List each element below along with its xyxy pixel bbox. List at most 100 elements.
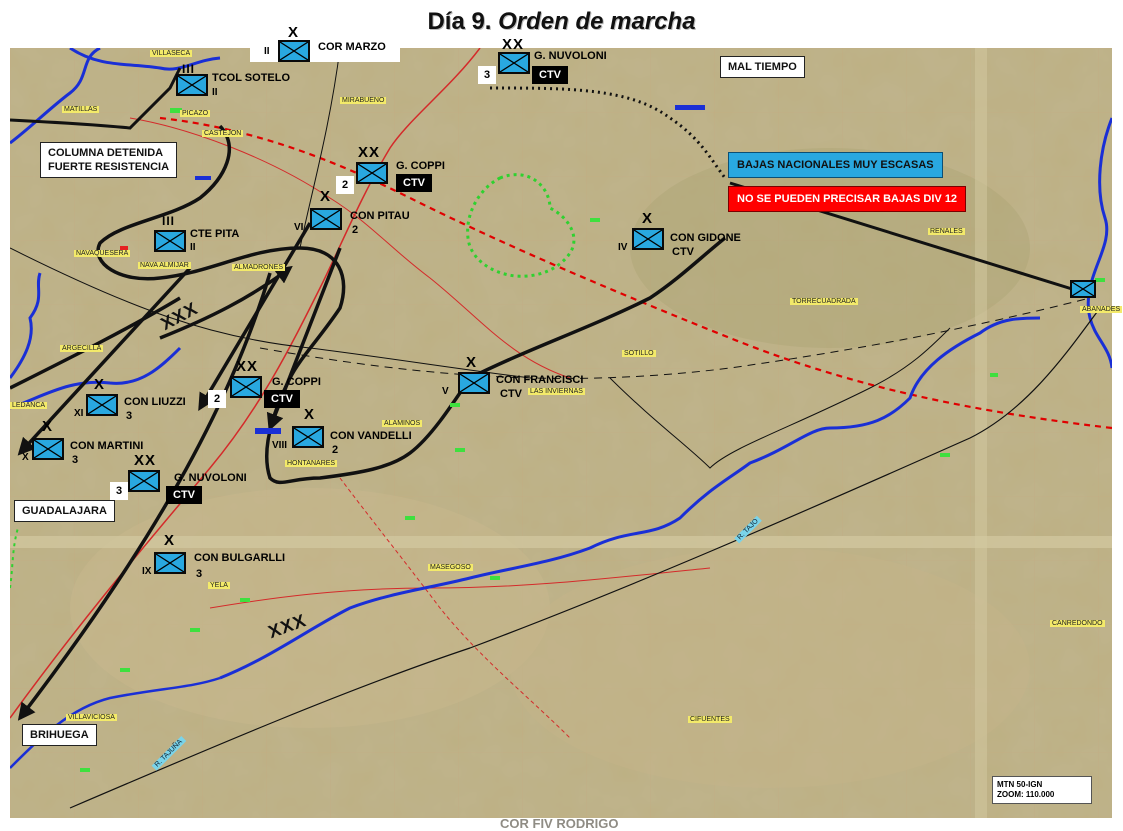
unit-size: X [304,406,316,423]
place-argecilla: ARGECILLA [60,345,104,352]
unit-size: XX [358,144,381,161]
infantry-symbol-icon [356,162,388,184]
unit-name: CON PITAU [350,210,410,222]
unit-size: X [320,188,332,205]
place-las-inviernas: LAS INVIERNAS [528,388,585,395]
place-villaseca: VILLASECA [150,50,193,57]
title-main: Orden de marcha [498,8,696,35]
place-mirabueno: MIRABUENO [340,97,387,104]
infantry-symbol-icon [278,40,310,62]
unit-name: CON GIDONE [670,232,741,244]
callout-guadalajara: GUADALAJARA [14,500,115,522]
unit-size: X [164,532,176,549]
infantry-symbol-icon [1070,280,1096,298]
unit-name: COR MARZO [318,41,386,53]
place-sotillo: SOTILLO [622,350,656,357]
unit-name: CON BULGARLLI [194,552,286,564]
unit-number: IX [142,566,152,577]
callout-brihuega: BRIHUEGA [22,724,97,746]
unit-number: VIII [272,440,288,451]
unit-name: G. COPPI [272,376,321,388]
infantry-symbol-icon [154,552,186,574]
infantry-symbol-icon [458,372,490,394]
scale-box: MTN 50-IGN ZOOM: 110.000 [992,776,1092,804]
map-canvas[interactable]: VILLASECA MATILLAS CASTEJON MIRABUENO NA… [8,25,1123,831]
place-picazo: PICAZO [180,110,211,117]
unit-name: CTE PITA [190,228,240,240]
callout-columna-line1: COLUMNA DETENIDA [48,147,164,159]
unit-size: X [642,210,654,227]
unit-number: 3 [110,482,129,500]
scale-line1: MTN 50-IGN [997,780,1043,789]
unit-number: 3 [478,66,497,84]
unit-number: IV [618,242,628,253]
unit-division: 2 [352,224,359,236]
infantry-symbol-icon [128,470,160,492]
unit-number: X [22,452,29,463]
place-abanades: ABANADES [1080,306,1123,313]
place-canredondo: CANREDONDO [1050,620,1105,627]
infantry-symbol-icon [32,438,64,460]
unit-number: VI [294,222,304,233]
unit-name: CON FRANCISCI [496,374,584,386]
scale-line2: ZOOM: 110.000 [997,790,1055,799]
unit-ctv: CTV [500,388,522,400]
unit-ctv: CTV [672,246,694,258]
unit-name: G. COPPI [396,160,445,172]
unit-number: II [212,87,218,98]
unit-ctv-badge: CTV [166,486,202,504]
infantry-symbol-icon [292,426,324,448]
unit-size: III [162,214,176,228]
unit-number: 2 [336,176,355,194]
unit-number: II [264,46,270,57]
unit-size: X [288,24,300,41]
title-prefix: Día 9. [427,8,492,35]
callout-mal-tiempo: MAL TIEMPO [720,56,805,78]
infantry-symbol-icon [86,394,118,416]
callout-columna-detenida: COLUMNA DETENIDA FUERTE RESISTENCIA [40,142,178,178]
callout-bajas-nacionales: BAJAS NACIONALES MUY ESCASAS [728,152,943,178]
place-yela: YELA [208,582,230,589]
unit-ctv-badge: CTV [264,390,300,408]
place-renales: RENALES [928,228,965,235]
unit-division: 3 [72,454,79,466]
place-ledanca: LEDANCA [10,402,48,409]
infantry-symbol-icon [310,208,342,230]
unit-name: CON MARTINI [70,440,144,452]
unit-division: 3 [196,568,203,580]
unit-ctv-badge: CTV [396,174,432,192]
unit-name: TCOL SOTELO [212,72,291,84]
place-hontanares: HONTANARES [285,460,338,467]
place-alaminos: ALAMINOS [382,420,423,427]
unit-size: X [466,354,478,371]
unit-size: X [94,376,106,393]
infantry-symbol-icon [230,376,262,398]
place-almadrones: ALMADRONES [232,264,286,271]
place-cifuentes: CIFUENTES [688,716,732,723]
place-castejon: CASTEJON [202,130,244,137]
unit-number: II [190,242,196,253]
place-navaquesera: NAVAQUESERA [74,250,131,257]
callout-no-bajas-div12: NO SE PUEDEN PRECISAR BAJAS DIV 12 [728,186,967,212]
unit-name: G. NUVOLONI [174,472,247,484]
unit-ctv-badge: CTV [532,66,568,84]
unit-division: 3 [126,410,133,422]
infantry-symbol-icon [632,228,664,250]
callout-columna-line2: FUERTE RESISTENCIA [48,161,170,173]
infantry-symbol-icon [498,52,530,74]
unit-number: V [442,386,449,397]
unit-size: XX [502,36,525,53]
unit-size: XX [236,358,259,375]
map-title: Día 9. Orden de marcha [0,8,1123,36]
place-villaviciosa: VILLAVICIOSA [66,714,117,721]
place-masegoso: MASEGOSO [428,564,473,571]
map-credit: COR FIV RODRIGO [500,816,619,831]
unit-number: XI [74,408,84,419]
place-torrecuadrada: TORRECUADRADA [790,298,858,305]
unit-name: CON LIUZZI [124,396,186,408]
infantry-symbol-icon [154,230,186,252]
place-nava-almijar: NAVA ALMIJAR [138,262,191,269]
unit-number: 2 [208,390,227,408]
unit-name: CON VANDELLI [330,430,412,442]
unit-division: 2 [332,444,339,456]
